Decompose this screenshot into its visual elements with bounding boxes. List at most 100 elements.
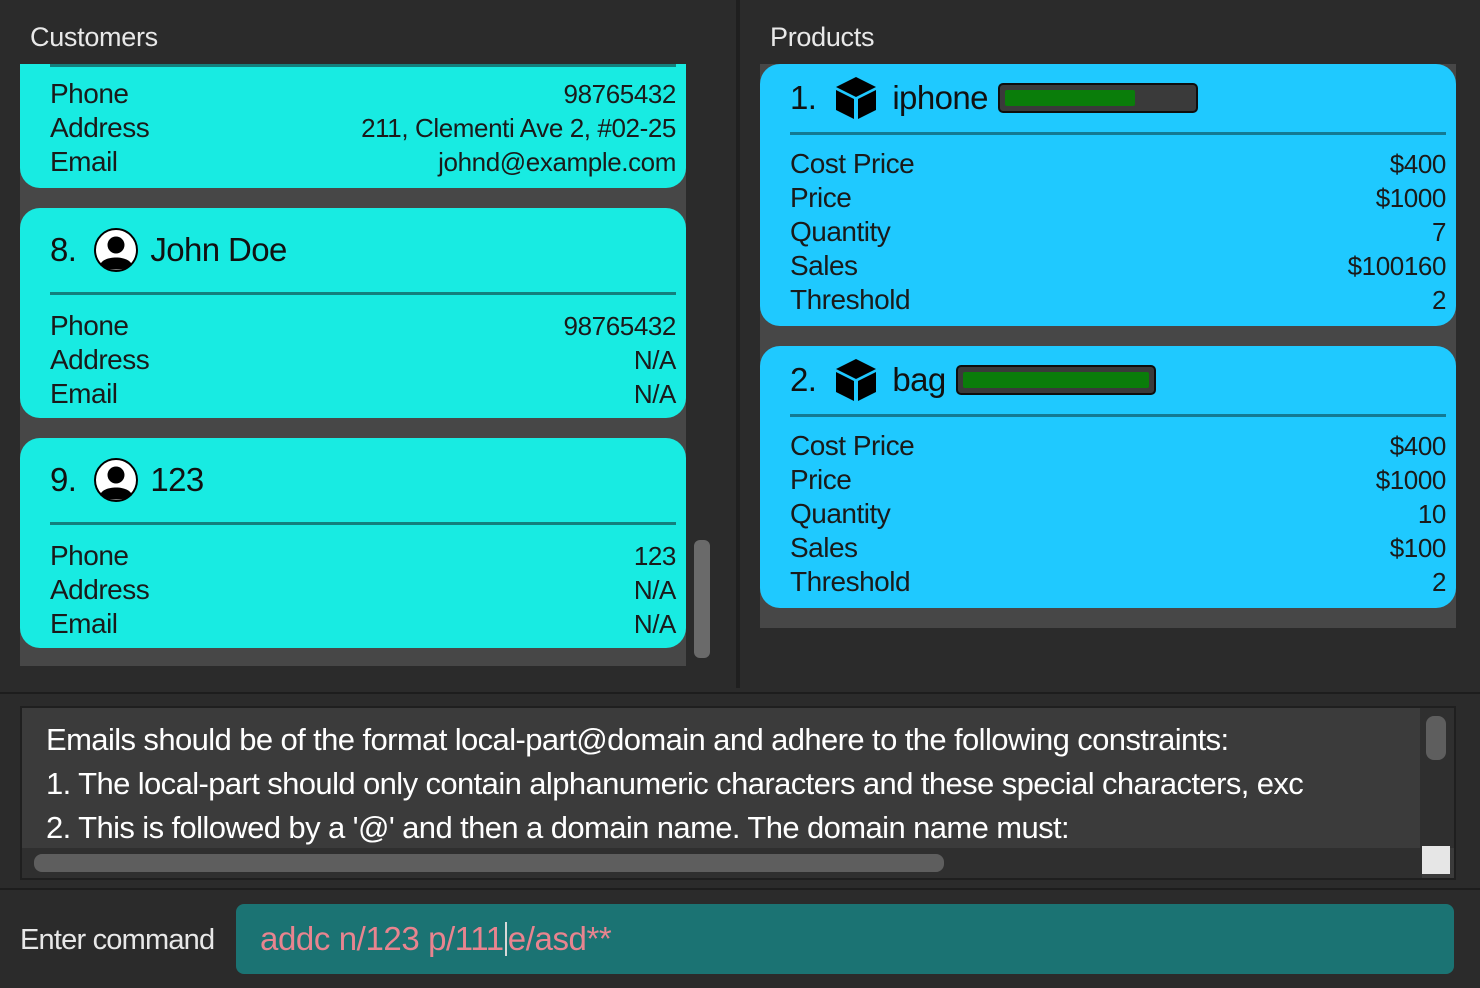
field-row-sales: Sales $100160 xyxy=(790,249,1446,283)
field-row-threshold: Threshold 2 xyxy=(790,283,1446,317)
field-row-price: Price $1000 xyxy=(790,463,1446,497)
text-caret xyxy=(504,922,507,956)
product-index: 1. xyxy=(790,79,817,116)
field-value: 98765432 xyxy=(563,310,677,341)
horizontal-scroll-thumb[interactable] xyxy=(34,854,944,872)
field-row-cost-price: Cost Price $400 xyxy=(790,429,1446,463)
field-label: Phone xyxy=(50,78,129,109)
field-label: Email xyxy=(50,608,118,639)
customer-list[interactable]: Phone 98765432 Address 211, Clementi Ave… xyxy=(20,64,686,666)
product-index: 2. xyxy=(790,361,817,398)
field-row-address: Address N/A xyxy=(50,343,676,377)
field-value: 98765432 xyxy=(563,78,677,109)
person-avatar-icon xyxy=(94,458,139,502)
products-pane: Products 1. iphone Cost Price $400 Price… xyxy=(740,0,1480,688)
field-value: 123 xyxy=(633,540,677,571)
person-avatar-icon xyxy=(94,228,139,272)
field-label: Email xyxy=(50,378,118,409)
customers-title: Customers xyxy=(30,22,158,52)
field-value: $100 xyxy=(1389,532,1447,563)
field-value: $400 xyxy=(1389,430,1447,461)
field-label: Address xyxy=(50,574,150,605)
field-label: Phone xyxy=(50,310,129,341)
field-value: 2 xyxy=(1431,284,1446,315)
stock-level-bar xyxy=(955,365,1156,395)
field-row-email: Email N/A xyxy=(50,377,676,411)
customer-card[interactable]: 9. 123 Phone 123 Address N/A Email N/A xyxy=(20,438,686,648)
field-value: $100160 xyxy=(1347,250,1447,281)
field-row-quantity: Quantity 10 xyxy=(790,497,1446,531)
vertical-scroll-thumb[interactable] xyxy=(1426,716,1446,760)
result-panel: Emails should be of the format local-par… xyxy=(0,692,1480,884)
command-label: Enter command xyxy=(20,924,215,956)
field-value: $1000 xyxy=(1375,464,1447,495)
field-label: Price xyxy=(790,182,852,213)
field-row-address: Address N/A xyxy=(50,573,676,607)
field-label: Email xyxy=(50,146,118,177)
field-row-cost-price: Cost Price $400 xyxy=(790,147,1446,181)
field-row-quantity: Quantity 7 xyxy=(790,215,1446,249)
scroll-corner xyxy=(1422,846,1450,874)
customers-pane: Customers Phone 98765432 Address 211, Cl… xyxy=(0,0,736,688)
field-row-phone: Phone 123 xyxy=(50,539,676,573)
field-value: johnd@example.com xyxy=(438,146,676,177)
customer-card-header: 8. John Doe xyxy=(50,208,676,292)
customer-name: 123 xyxy=(150,461,204,498)
field-value: N/A xyxy=(633,378,677,409)
field-label: Sales xyxy=(790,532,858,563)
field-row-price: Price $1000 xyxy=(790,181,1446,215)
customer-card-header: 9. 123 xyxy=(50,438,676,522)
stock-level-fill xyxy=(1004,90,1136,106)
field-row-phone: Phone 98765432 xyxy=(50,309,676,343)
product-card[interactable]: 2. bag Cost Price $400 Price $1000 Quant… xyxy=(760,346,1456,608)
product-name: iphone xyxy=(892,79,988,116)
field-label: Phone xyxy=(50,540,129,571)
product-box-icon xyxy=(836,359,877,401)
stock-level-bar xyxy=(997,83,1198,113)
customer-index: 8. xyxy=(50,231,77,268)
field-row-email: Email N/A xyxy=(50,607,676,641)
field-row-threshold: Threshold 2 xyxy=(790,565,1446,599)
result-horizontal-scrollbar[interactable] xyxy=(22,848,1422,878)
field-value: N/A xyxy=(633,608,677,639)
customer-card[interactable]: 8. John Doe Phone 98765432 Address N/A E… xyxy=(20,208,686,418)
field-value: 211, Clementi Ave 2, #02-25 xyxy=(361,112,676,143)
field-value: $400 xyxy=(1389,148,1447,179)
field-row-address: Address 211, Clementi Ave 2, #02-25 xyxy=(50,111,676,145)
field-label: Cost Price xyxy=(790,148,915,179)
field-label: Threshold xyxy=(790,566,911,597)
field-label: Threshold xyxy=(790,284,911,315)
command-bar: Enter command addc n/123 p/111 e/asd** xyxy=(0,888,1480,988)
field-label: Address xyxy=(50,112,150,143)
product-list[interactable]: 1. iphone Cost Price $400 Price $1000 Qu… xyxy=(760,64,1456,628)
product-card[interactable]: 1. iphone Cost Price $400 Price $1000 Qu… xyxy=(760,64,1456,326)
customer-name: John Doe xyxy=(150,231,287,268)
field-value: 7 xyxy=(1431,216,1446,247)
result-display[interactable]: Emails should be of the format local-par… xyxy=(20,706,1456,880)
result-vertical-scrollbar[interactable] xyxy=(1420,708,1454,848)
customer-card-partial[interactable]: Phone 98765432 Address 211, Clementi Ave… xyxy=(20,64,686,188)
field-value: N/A xyxy=(633,344,677,375)
customer-list-scrollbar[interactable] xyxy=(694,540,710,658)
field-label: Quantity xyxy=(790,498,891,529)
product-name: bag xyxy=(892,361,946,398)
command-text-before-caret: addc n/123 p/111 xyxy=(260,920,504,957)
field-row-phone: Phone 98765432 xyxy=(50,77,676,111)
field-label: Price xyxy=(790,464,852,495)
result-line: 1. The local-part should only contain al… xyxy=(46,766,1304,801)
field-value: 2 xyxy=(1431,566,1446,597)
field-label: Cost Price xyxy=(790,430,915,461)
result-line: Emails should be of the format local-par… xyxy=(46,722,1229,757)
command-text-after-caret: e/asd** xyxy=(507,920,612,957)
field-label: Sales xyxy=(790,250,858,281)
product-box-icon xyxy=(836,77,877,119)
command-input[interactable]: addc n/123 p/111 e/asd** xyxy=(236,904,1454,974)
field-row-sales: Sales $100 xyxy=(790,531,1446,565)
field-label: Quantity xyxy=(790,216,891,247)
field-value: $1000 xyxy=(1375,182,1447,213)
stock-level-fill xyxy=(962,372,1149,388)
customer-index: 9. xyxy=(50,461,77,498)
field-label: Address xyxy=(50,344,150,375)
product-card-header: 2. bag xyxy=(790,346,1446,414)
field-value: 10 xyxy=(1417,498,1447,529)
